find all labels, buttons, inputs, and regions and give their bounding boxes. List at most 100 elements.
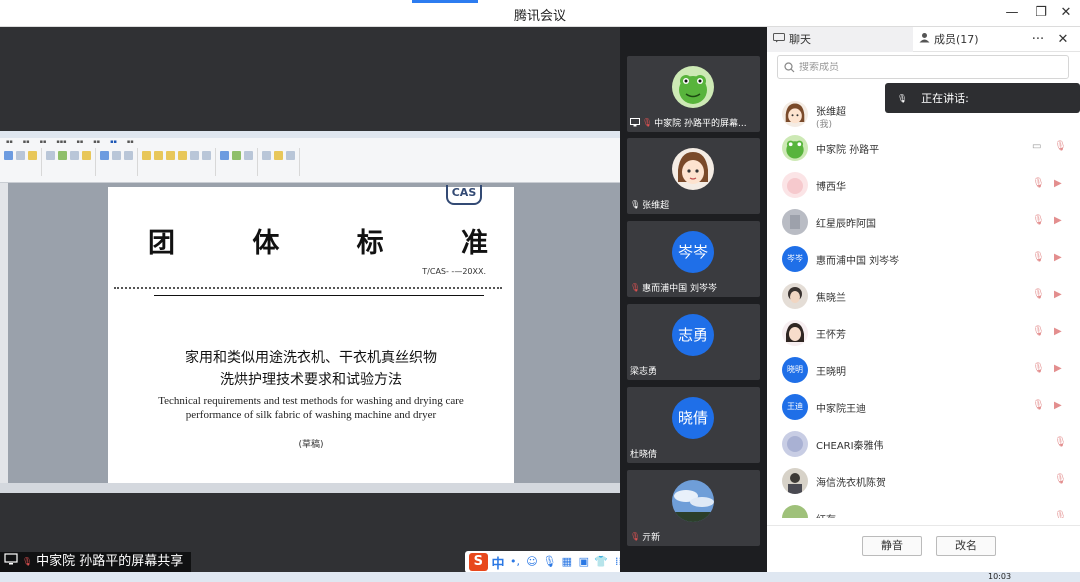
english-title: Technical requirements and test methods …	[158, 395, 464, 421]
member-row[interactable]: 红存 🎙	[767, 501, 1080, 518]
mic-muted-icon[interactable]: 🎙	[1054, 511, 1067, 518]
mic-muted-icon[interactable]: 🎙	[1032, 252, 1045, 263]
mic-muted-icon: 🎙	[642, 118, 653, 127]
frog-avatar	[672, 66, 714, 108]
text-avatar: 志勇	[672, 314, 714, 356]
search-input[interactable]	[799, 61, 1049, 73]
member-row[interactable]: 海信洗衣机陈贺 🎙	[767, 464, 1080, 500]
video-tile[interactable]: 🎙 张维超	[627, 138, 760, 214]
punctuation-icon[interactable]: •,	[509, 555, 522, 569]
member-name: 王晓明	[816, 367, 846, 378]
tab-members[interactable]: 成员(17)	[913, 27, 1023, 52]
video-tile[interactable]: 志勇 梁志勇	[627, 304, 760, 380]
member-search-box	[777, 55, 1069, 79]
camera-off-icon[interactable]: ▶	[1054, 326, 1062, 337]
tab-chat-label: 聊天	[789, 33, 811, 46]
mic-muted-icon[interactable]: 🎙	[1032, 178, 1045, 189]
shared-doc-statusbar	[0, 483, 620, 493]
member-row[interactable]: 王怀芳 🎙 ▶	[767, 316, 1080, 352]
standard-title-char: 团	[148, 228, 175, 259]
screen-share-text: 中家院 孙路平的屏幕共享	[36, 554, 184, 569]
member-row[interactable]: 博西华 🎙 ▶	[767, 168, 1080, 204]
restore-button[interactable]: ❐	[1029, 3, 1053, 23]
member-row[interactable]: CHEARI秦雅伟 🎙	[767, 427, 1080, 463]
more-options-icon[interactable]: ···	[1023, 27, 1053, 52]
member-row[interactable]: 焦晓兰 🎙 ▶	[767, 279, 1080, 315]
member-name: 红存	[816, 511, 836, 518]
video-tile-name: 🎙 亓新	[630, 530, 660, 543]
screen-share-icon	[630, 118, 640, 127]
emoji-icon[interactable]: ☺	[525, 555, 538, 569]
ime-toolbar[interactable]: S 中 •, ☺ 🎙 ▦ ▣ 👕 ⁞⁞	[465, 551, 625, 573]
video-tile-label: 中家院 孙路平的屏幕...	[654, 119, 747, 129]
mic-muted-icon[interactable]: 🎙	[1032, 215, 1045, 226]
speaking-label: 正在讲话:	[921, 92, 969, 105]
member-name: 中家院王迪	[816, 404, 866, 415]
minimize-button[interactable]: —	[1000, 3, 1024, 23]
video-tile[interactable]: 晓倩 杜晓倩	[627, 387, 760, 463]
video-tile[interactable]: 岑岑 🎙 惠而浦中国 刘岑岑	[627, 221, 760, 297]
member-name: 博西华	[816, 182, 846, 193]
cartoon-girl-avatar	[672, 148, 714, 190]
video-tile-label: 惠而浦中国 刘岑岑	[642, 284, 718, 294]
mic-muted-icon[interactable]: 🎙	[1054, 141, 1067, 152]
member-row[interactable]: 岑岑 惠而浦中国 刘岑岑 🎙 ▶	[767, 242, 1080, 278]
members-panel: 聊天 成员(17) ··· ✕ 张维超 (我) 中家院 孙路平	[767, 27, 1080, 572]
keyboard-icon[interactable]: ▦	[560, 555, 573, 569]
tab-chat[interactable]: 聊天	[767, 27, 913, 52]
mic-muted-icon: 🎙	[22, 557, 33, 566]
search-icon	[784, 58, 795, 77]
ime-mode-toggle[interactable]: 中	[492, 553, 505, 572]
speaking-indicator: 🎙 正在讲话:	[885, 83, 1080, 113]
standard-code: T/CAS- -—20XX.	[422, 267, 486, 276]
dark-photo-avatar	[782, 283, 808, 309]
mic-muted-icon[interactable]: 🎙	[1032, 363, 1045, 374]
camera-off-icon[interactable]: ▶	[1054, 178, 1062, 189]
member-list: 张维超 (我) 中家院 孙路平 ▭ 🎙 博西华 🎙 ▶ 红星辰昨阿国 🎙 ▶ 岑…	[767, 91, 1080, 518]
member-row[interactable]: 红星辰昨阿国 🎙 ▶	[767, 205, 1080, 241]
member-name: 张维超	[816, 107, 846, 118]
mic-icon: 🎙	[897, 93, 908, 103]
cartoon-girl-avatar	[782, 101, 808, 127]
camera-off-icon[interactable]: ▶	[1054, 289, 1062, 300]
mic-muted-icon[interactable]: 🎙	[1054, 474, 1067, 485]
voice-icon[interactable]: 🎙	[542, 555, 556, 569]
standard-title: 团 体 标 准	[148, 221, 488, 260]
blurred-photo-avatar	[782, 431, 808, 457]
shared-word-window: ▪▪ ▪▪ ▪▪ ▪▪▪ ▪▪ ▪▪ ▪▪ ▪▪ CAS 团 体 标 准 T/C…	[0, 131, 620, 493]
toolbox-icon[interactable]: ▣	[577, 555, 590, 569]
camera-off-icon[interactable]: ▶	[1054, 363, 1062, 374]
close-button[interactable]: ✕	[1054, 3, 1078, 23]
member-row[interactable]: 中家院 孙路平 ▭ 🎙	[767, 131, 1080, 167]
mic-muted-icon[interactable]: 🎙	[1054, 437, 1067, 448]
member-row[interactable]: 晓明 王晓明 🎙 ▶	[767, 353, 1080, 389]
member-row[interactable]: 王迪 中家院王迪 🎙 ▶	[767, 390, 1080, 426]
video-tile-label: 亓新	[642, 533, 661, 543]
mic-muted-icon[interactable]: 🎙	[1032, 400, 1045, 411]
screen-share-icon: ▭	[1032, 141, 1042, 152]
mic-muted-icon[interactable]: 🎙	[1032, 289, 1045, 300]
shared-screen-area: ▪▪ ▪▪ ▪▪ ▪▪▪ ▪▪ ▪▪ ▪▪ ▪▪ CAS 团 体 标 准 T/C…	[0, 27, 625, 573]
video-tile-label: 杜晓倩	[630, 450, 658, 460]
camera-off-icon[interactable]: ▶	[1054, 252, 1062, 263]
text-avatar: 岑岑	[672, 231, 714, 273]
camera-off-icon[interactable]: ▶	[1054, 215, 1062, 226]
panel-footer: 静音 改名	[767, 525, 1080, 572]
video-tile-label: 张维超	[642, 201, 670, 211]
skin-icon[interactable]: 👕	[594, 555, 608, 569]
video-tile-name: 梁志勇	[630, 364, 657, 377]
sogou-logo-icon[interactable]: S	[469, 553, 488, 571]
close-panel-icon[interactable]: ✕	[1053, 27, 1073, 52]
screen-share-label: 🎙 中家院 孙路平的屏幕共享	[0, 552, 192, 572]
document-page: CAS 团 体 标 准 T/CAS- -—20XX. 家用和类似用途洗衣机、干衣…	[108, 185, 514, 483]
member-name: CHEARI秦雅伟	[816, 441, 884, 452]
title-accent	[412, 0, 478, 3]
video-tile[interactable]: 🎙 中家院 孙路平的屏幕...	[627, 56, 760, 132]
member-name: 海信洗衣机陈贺	[816, 478, 886, 489]
video-tile-name: 🎙 中家院 孙路平的屏幕...	[630, 116, 747, 129]
rename-button[interactable]: 改名	[936, 536, 996, 556]
mic-muted-icon[interactable]: 🎙	[1032, 326, 1045, 337]
mute-all-button[interactable]: 静音	[862, 536, 922, 556]
camera-off-icon[interactable]: ▶	[1054, 400, 1062, 411]
video-tile[interactable]: 🎙 亓新	[627, 470, 760, 546]
